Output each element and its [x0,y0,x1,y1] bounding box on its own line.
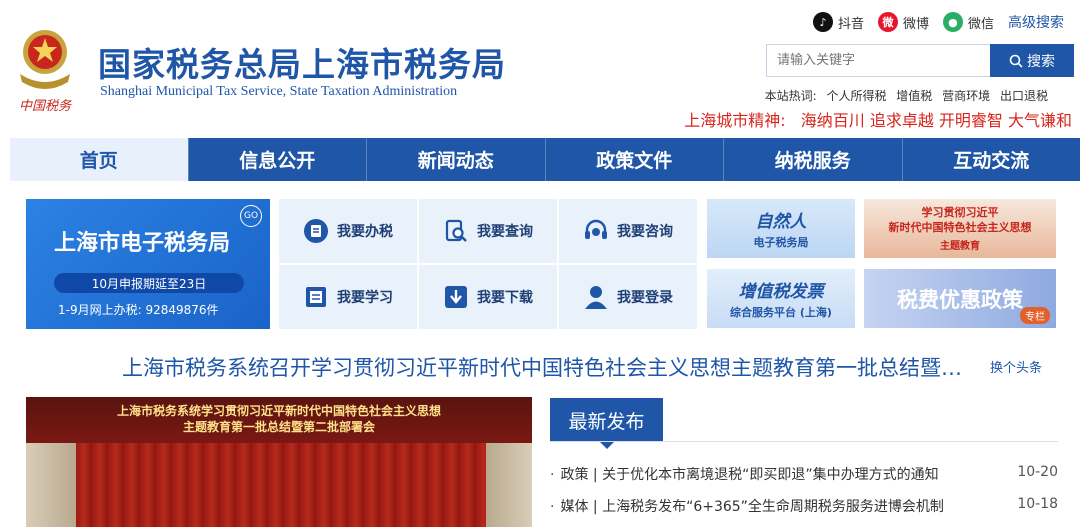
study-book-icon [306,287,326,307]
nav-interaction[interactable]: 互动交流 [903,138,1080,181]
hot-words-label: 本站热词: [764,89,817,103]
nav-policy[interactable]: 政策文件 [546,138,724,181]
main-nav: 首页 信息公开 新闻动态 政策文件 纳税服务 互动交流 [10,138,1080,181]
query-icon [445,219,467,242]
site-title: 国家税务总局上海市税务局 [98,45,506,84]
download-icon [445,286,467,308]
nav-tax-service[interactable]: 纳税服务 [724,138,903,181]
city-spirit-label: 上海城市精神: [684,111,786,130]
photo-banner-line: 主题教育第一批总结暨第二批部署会 [182,420,375,434]
hot-word[interactable]: 个人所得税 [826,89,886,103]
banner-title: 增值税发票 [738,282,824,302]
nav-news[interactable]: 新闻动态 [367,138,546,181]
advanced-search-link[interactable]: 高级搜索 [1008,12,1064,32]
quick-link-label: 我要咨询 [617,224,673,240]
search-icon [1009,54,1023,68]
svg-text:中国税务: 中国税务 [19,99,72,114]
hot-word[interactable]: 营商环境 [942,89,990,103]
social-label: 抖音 [837,16,864,32]
quick-link-consult[interactable]: 我要咨询 [559,199,697,263]
quick-link-query[interactable]: 我要查询 [419,199,557,263]
wechat-icon: ● [942,12,963,32]
banner-subtitle: 电子税务局 [753,236,809,249]
quick-link-login[interactable]: 我要登录 [559,265,697,329]
quick-link-label: 我要办税 [337,224,393,240]
portal-notice: 10月申报期延至23日 [54,273,244,293]
banner-subtitle: 主题教育 [940,241,980,252]
social-label: 微博 [902,16,929,32]
hot-word[interactable]: 出口退税 [1000,89,1048,103]
search-input[interactable] [766,44,990,77]
site-subtitle: Shanghai Municipal Tax Service, State Ta… [100,84,458,99]
divider [550,441,1058,442]
news-date: 10-20 [1017,464,1058,480]
quick-link-label: 我要学习 [337,290,393,306]
banner-title: 学习贯彻习近平 新时代中国特色社会主义思想 [888,206,1032,234]
quick-links: 我要办税 我要查询 我要咨询 我要学习 我要下载 我要登录 [279,199,697,329]
banner-subtitle: 综合服务平台 (上海) [730,306,832,319]
nav-home[interactable]: 首页 [10,138,189,181]
social-links: ♪ 抖音 微 微博 ● 微信 高级搜索 [812,12,1064,32]
social-wechat[interactable]: ● 微信 [942,12,994,32]
bullet-icon: · [550,499,555,515]
headline-link[interactable]: 上海市税务系统召开学习贯彻习近平新时代中国特色社会主义思想主题教育第一批总结暨第… [122,352,962,382]
banner-title: 自然人 [755,212,807,232]
quick-link-tax-handling[interactable]: 我要办税 [279,199,417,263]
search-button[interactable]: 搜索 [990,44,1074,77]
bullet-icon: · [550,467,555,483]
portal-count: 1-9月网上办税: 92849876件 [58,303,219,317]
photo-wall [486,443,532,527]
social-weibo[interactable]: 微 微博 [877,12,929,32]
city-spirit-text: 海纳百川 追求卓越 开明睿智 大气谦和 [800,111,1072,130]
login-user-icon [585,286,607,309]
news-date: 10-18 [1017,496,1058,512]
photo-banner-line: 上海市税务系统学习贯彻习近平新时代中国特色社会主义思想 [116,404,441,418]
city-spirit: 上海城市精神: 海纳百川 追求卓越 开明睿智 大气谦和 [684,107,1072,131]
quick-link-label: 我要下载 [477,290,533,306]
photo-wall [26,443,76,527]
tiktok-icon: ♪ [812,12,833,32]
go-icon: GO [240,205,262,227]
quick-link-label: 我要查询 [477,224,533,240]
news-title: 政策 | 关于优化本市离境退税“即买即退”集中办理方式的通知 [560,467,939,483]
news-item[interactable]: · 媒体 | 上海税务发布“6+365”全生命周期税务服务进博会机制 10-18 [550,496,1058,516]
quick-link-download[interactable]: 我要下载 [419,265,557,329]
search-button-label: 搜索 [1027,53,1055,70]
swap-headline-link[interactable]: 换个头条 [990,357,1042,376]
nav-info-disclosure[interactable]: 信息公开 [189,138,367,181]
photo-curtain [76,443,486,527]
hot-words: 本站热词: 个人所得税 增值税 营商环境 出口退税 [765,87,1048,104]
quick-link-label: 我要登录 [617,290,673,306]
photo-banner-text: 上海市税务系统学习贯彻习近平新时代中国特色社会主义思想 主题教育第一批总结暨第二… [26,403,532,435]
portal-title: 上海市电子税务局 [54,231,231,256]
news-item[interactable]: · 政策 | 关于优化本市离境退税“即买即退”集中办理方式的通知 10-20 [550,464,1058,484]
weibo-icon: 微 [877,12,898,32]
banner-title: 税费优惠政策 [897,286,1023,312]
social-label: 微信 [967,16,994,32]
quick-link-study[interactable]: 我要学习 [279,265,417,329]
natural-person-etax-banner[interactable]: 自然人 电子税务局 [707,199,855,258]
search-bar: 搜索 [766,44,1074,77]
theme-education-banner[interactable]: 学习贯彻习近平 新时代中国特色社会主义思想 主题教育 [864,199,1056,258]
consult-headset-icon [585,219,607,239]
e-tax-portal-card[interactable]: 上海市电子税务局 GO 10月申报期延至23日 1-9月网上办税: 928498… [26,199,270,329]
news-photo[interactable]: 上海市税务系统学习贯彻习近平新时代中国特色社会主义思想 主题教育第一批总结暨第二… [26,397,532,527]
banner-tag: 专栏 [1020,307,1050,324]
tax-handling-icon [304,219,328,243]
latest-tab[interactable]: 最新发布 [550,398,663,449]
tax-preference-banner[interactable]: 税费优惠政策 专栏 [864,269,1056,328]
vat-invoice-banner[interactable]: 增值税发票 综合服务平台 (上海) [707,269,855,328]
page: 中国税务 国家税务总局上海市税务局 Shanghai Municipal Tax… [0,0,1080,527]
news-title: 媒体 | 上海税务发布“6+365”全生命周期税务服务进博会机制 [560,499,944,515]
hot-word[interactable]: 增值税 [896,89,932,103]
emblem-logo[interactable]: 中国税务 [12,22,78,118]
social-tiktok[interactable]: ♪ 抖音 [812,12,864,32]
